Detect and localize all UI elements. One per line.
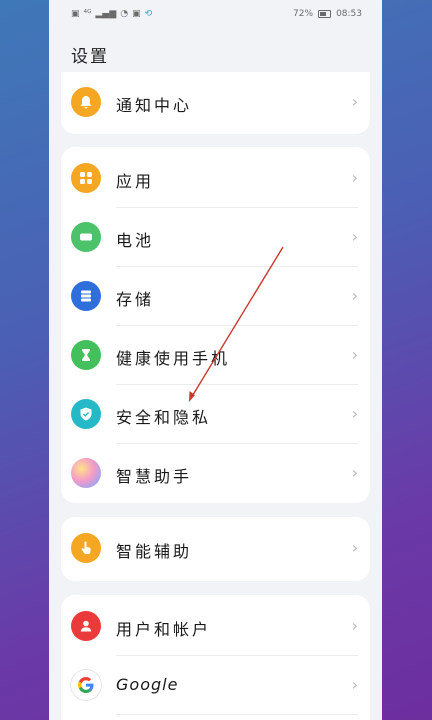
clock: 08:53 (336, 9, 362, 19)
settings-item-label: 应用 (116, 172, 155, 191)
page-title: 设置 (71, 47, 109, 67)
settings-item-label: 安全和隐私 (116, 408, 212, 427)
chevron-right-icon: › (351, 227, 358, 246)
settings-screen: ▣ ⁴ᴳ ▂▄▆ ◔ ▣ ⟲ 72% 08:53 设置 通知中心 › 应用 › … (49, 0, 382, 720)
assistant-icon (71, 458, 101, 488)
chevron-right-icon: › (351, 616, 358, 635)
sim-icon: ▣ (71, 9, 80, 19)
user-icon (71, 611, 101, 641)
settings-item-users-accounts[interactable]: 用户和帐户 › (61, 597, 370, 656)
sync-icon: ⟲ (144, 9, 153, 19)
google-icon (71, 670, 101, 700)
hd-icon: ⁴ᴳ (83, 9, 92, 19)
settings-item-label: 智慧助手 (116, 467, 193, 486)
chevron-right-icon: › (351, 345, 358, 364)
settings-item-label: 通知中心 (116, 96, 193, 115)
hand-icon (71, 533, 101, 563)
chevron-right-icon: › (351, 463, 358, 482)
settings-item-battery[interactable]: 电池 › (61, 208, 370, 267)
chevron-right-icon: › (351, 92, 358, 111)
settings-item-label: Google (116, 675, 179, 694)
chevron-right-icon: › (351, 675, 358, 694)
divider (116, 714, 358, 715)
shield-icon (71, 399, 101, 429)
settings-group-notifications: 通知中心 › (61, 72, 370, 134)
battery-percent: 72% (293, 9, 314, 19)
settings-group-device: 应用 › 电池 › 存储 › 健康使用手机 › 安全和隐私 › 智慧助手 › (61, 147, 370, 503)
chevron-right-icon: › (351, 538, 358, 557)
chevron-right-icon: › (351, 404, 358, 423)
settings-group-accessibility: 智能辅助 › (61, 517, 370, 581)
settings-item-smart-assist[interactable]: 智能辅助 › (61, 519, 370, 578)
chevron-right-icon: › (351, 286, 358, 305)
bell-icon (71, 87, 101, 117)
settings-item-smart-assistant[interactable]: 智慧助手 › (61, 444, 370, 503)
status-bar: ▣ ⁴ᴳ ▂▄▆ ◔ ▣ ⟲ 72% 08:53 (49, 0, 382, 28)
settings-item-security-privacy[interactable]: 安全和隐私 › (61, 385, 370, 444)
settings-item-label: 智能辅助 (116, 542, 193, 561)
settings-item-label: 存储 (116, 290, 155, 309)
chevron-right-icon: › (351, 168, 358, 187)
settings-item-storage[interactable]: 存储 › (61, 267, 370, 326)
wifi-icon: ◔ (120, 9, 129, 19)
settings-item-label: 健康使用手机 (116, 349, 231, 368)
storage-icon (71, 281, 101, 311)
settings-item-apps[interactable]: 应用 › (61, 149, 370, 208)
settings-item-google[interactable]: Google › (61, 656, 370, 715)
settings-item-label: 用户和帐户 (116, 620, 212, 639)
nfc-icon: ▣ (132, 9, 141, 19)
signal-icon: ▂▄▆ (95, 9, 117, 19)
settings-item-digital-balance[interactable]: 健康使用手机 › (61, 326, 370, 385)
settings-item-notification-center[interactable]: 通知中心 › (61, 73, 370, 132)
battery-icon (318, 10, 332, 18)
battery-icon (71, 222, 101, 252)
apps-icon (71, 163, 101, 193)
settings-item-label: 电池 (116, 231, 155, 250)
hourglass-icon (71, 340, 101, 370)
settings-group-accounts: 用户和帐户 › Google › (61, 595, 370, 720)
